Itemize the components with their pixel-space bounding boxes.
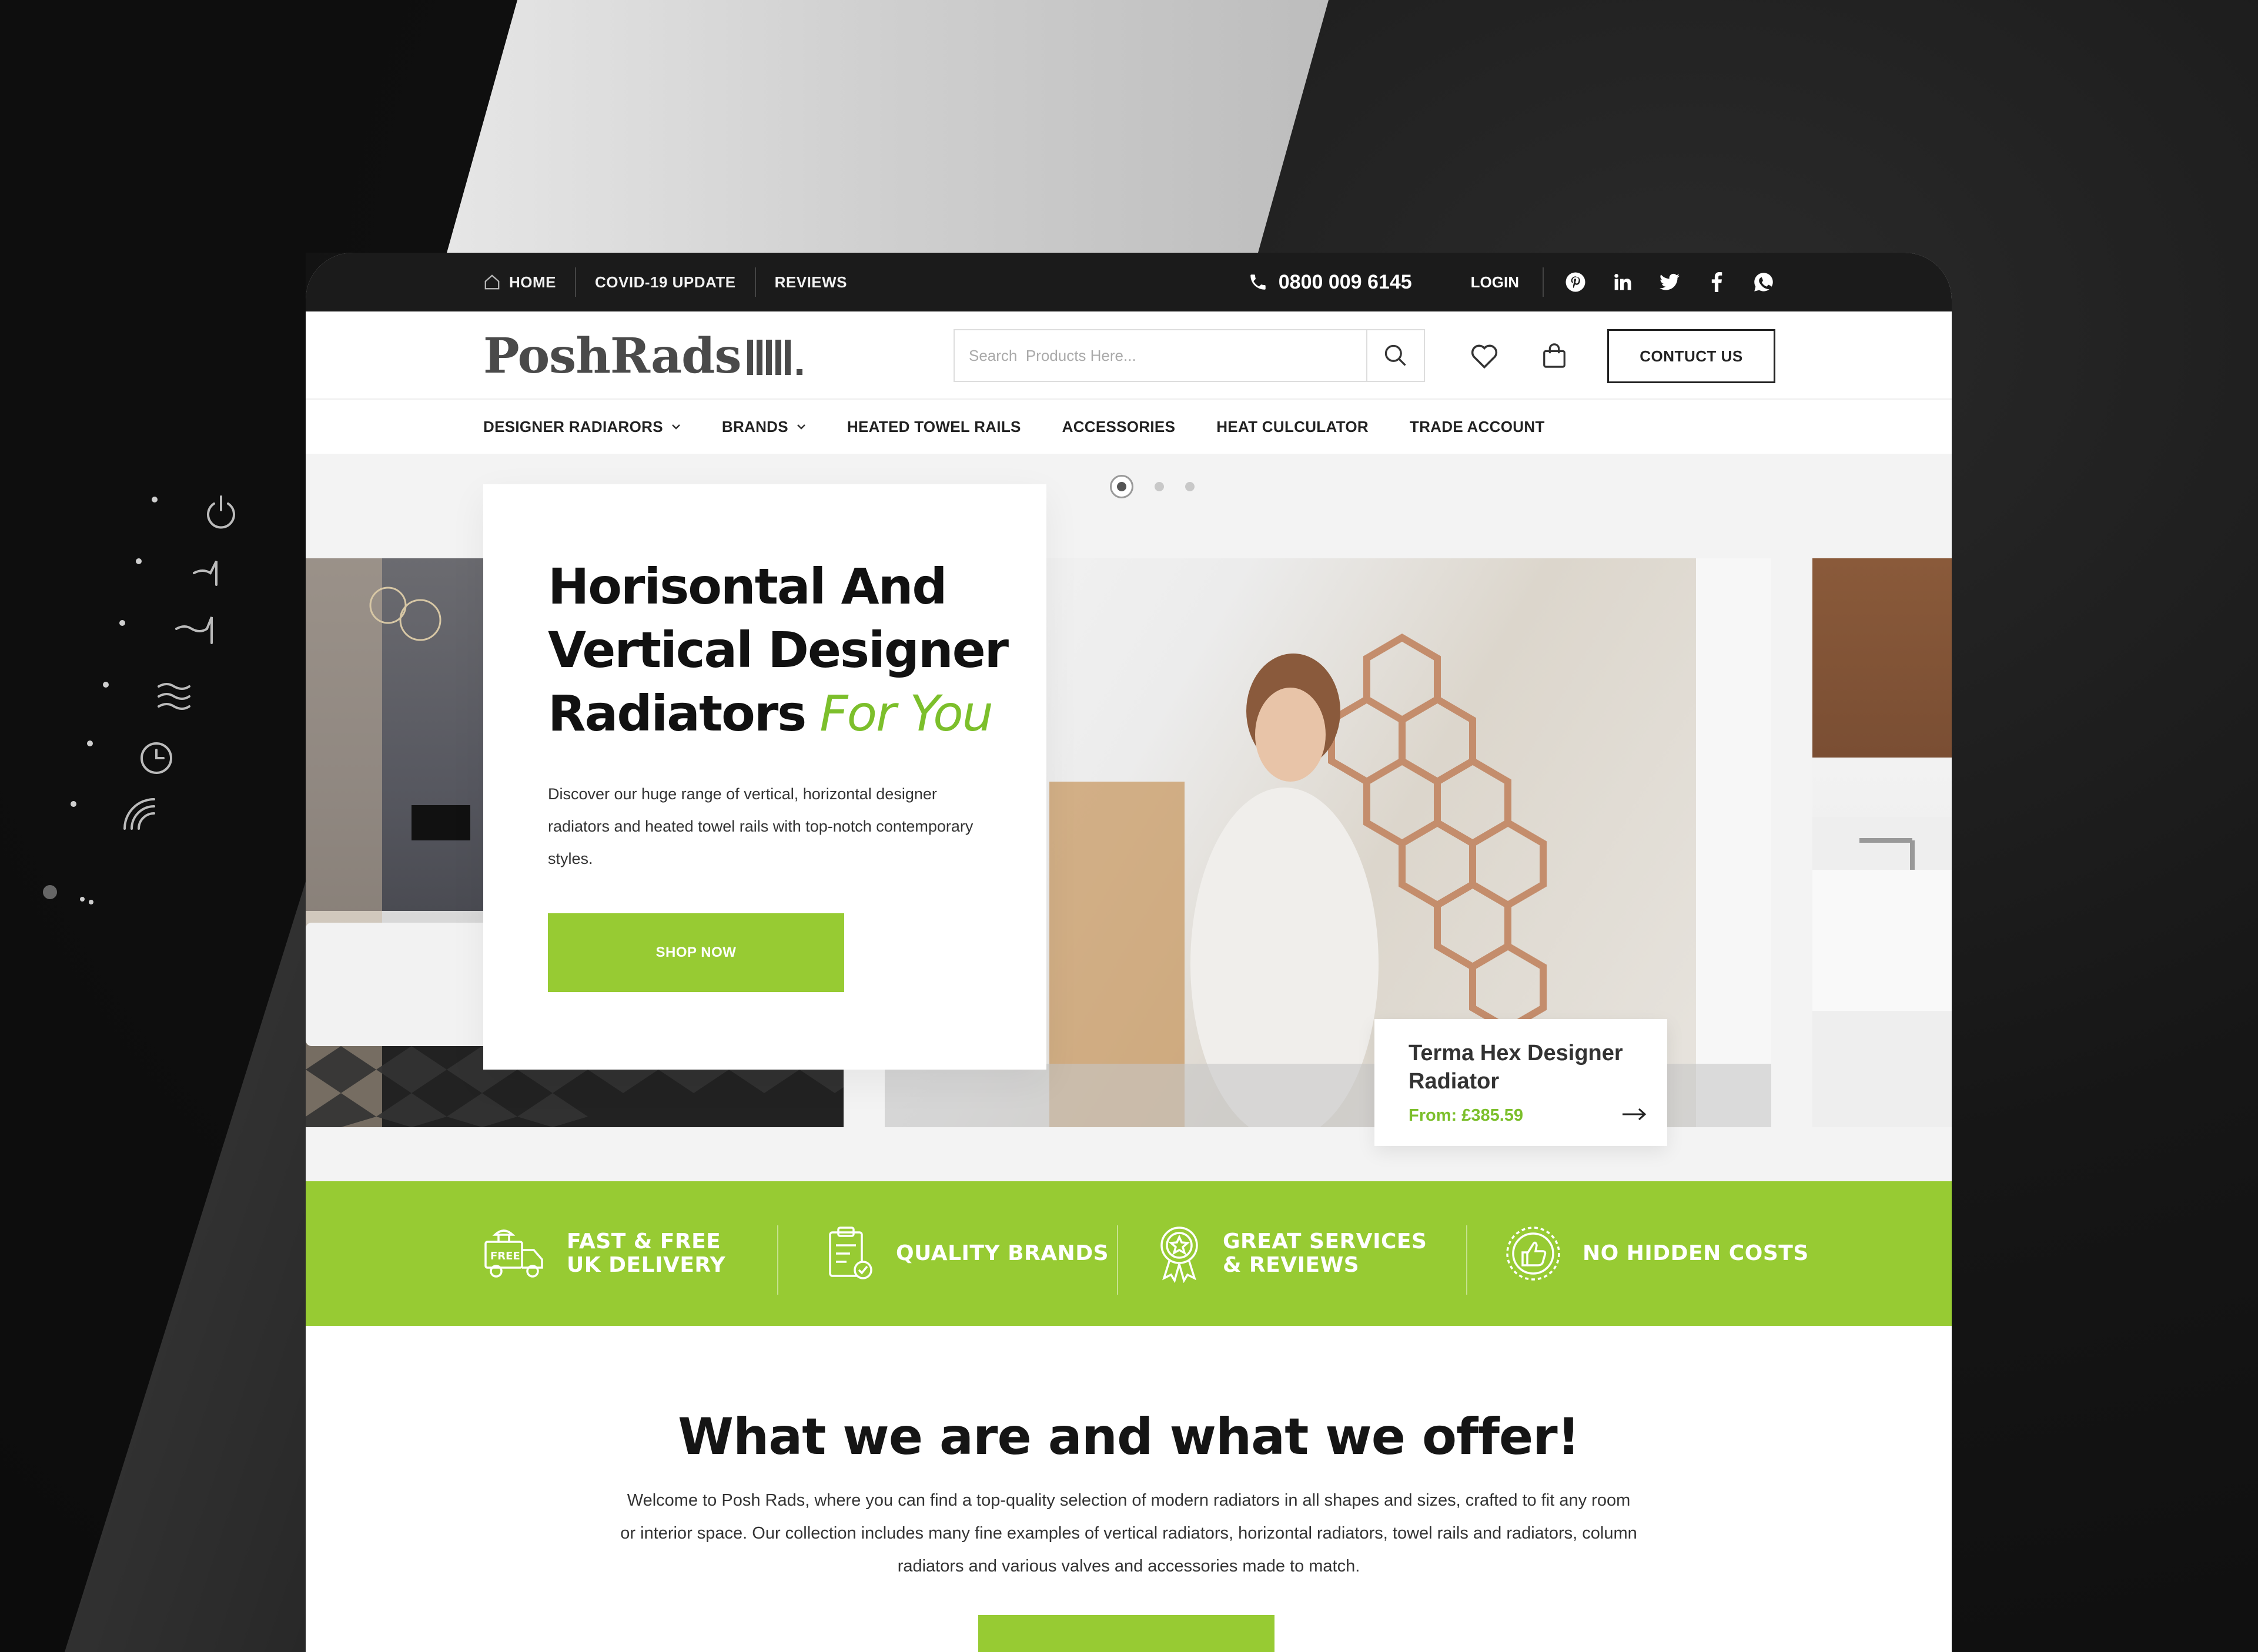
contact-us-button[interactable]: CONTUCT US <box>1607 329 1775 383</box>
nav-label: HEAT CULCULATOR <box>1216 417 1369 435</box>
quality-clipboard-icon <box>829 1227 872 1279</box>
hero-card: Horisontal And Vertical Designer Radiato… <box>483 484 1046 1070</box>
slider-dot-2[interactable] <box>1155 482 1164 491</box>
search-icon <box>1384 344 1406 366</box>
features-strip: FREE FAST & FREE UK DELIVERY QUALITY BRA… <box>306 1181 1952 1326</box>
phone-number: 0800 009 6145 <box>1278 270 1412 293</box>
hero-title-line-2: Vertical Designer <box>548 621 1009 679</box>
free-delivery-truck-icon: FREE <box>484 1229 543 1278</box>
hero-slider: Horisontal And Vertical Designer Radiato… <box>306 454 1952 1205</box>
nav-label: DESIGNER RADIARORS <box>483 417 663 435</box>
twitter-icon[interactable] <box>1659 272 1680 293</box>
website-frame: HOME COVID-19 UPDATE REVIEWS 0800 009 61… <box>306 253 1952 1652</box>
linkedin-icon[interactable] <box>1612 272 1633 293</box>
hero-title-line-3: Radiators <box>548 685 807 742</box>
cart-button[interactable] <box>1537 338 1572 373</box>
feature-great-services: GREAT SERVICES & REVIEWS <box>1157 1181 1446 1326</box>
top-link-covid-update[interactable]: COVID-19 UPDATE <box>575 267 755 297</box>
slider-dots <box>1110 475 1195 498</box>
search-bar <box>954 329 1425 382</box>
main-nav: DESIGNER RADIARORS BRANDS HEATED TOWEL R… <box>306 400 1952 454</box>
social-links <box>1565 272 1774 293</box>
feature-label: FAST & FREE UK DELIVERY <box>567 1229 726 1277</box>
arrow-right-icon[interactable] <box>1621 1107 1647 1121</box>
shop-now-button[interactable]: SHOP NOW <box>548 913 844 992</box>
thumbs-up-badge-icon <box>1506 1227 1560 1281</box>
bathroom-photo-right <box>1812 558 1952 1127</box>
hero-description: Discover our huge range of vertical, hor… <box>548 785 974 867</box>
top-link-home[interactable]: HOME <box>483 267 575 297</box>
phone-icon <box>1250 274 1266 290</box>
logo-text: PoshRads <box>483 328 742 384</box>
logo[interactable]: PoshRads <box>483 328 802 384</box>
nav-label: TRADE ACCOUNT <box>1409 417 1545 435</box>
feature-divider <box>1117 1225 1118 1295</box>
svg-text:FREE: FREE <box>490 1250 520 1262</box>
login-link[interactable]: LOGIN <box>1471 267 1544 297</box>
heart-icon <box>1471 344 1498 369</box>
top-link-reviews[interactable]: REVIEWS <box>754 267 866 297</box>
feature-label: GREAT SERVICES & REVIEWS <box>1223 1229 1427 1277</box>
about-heading: What we are and what we offer! <box>678 1408 1580 1466</box>
top-link-label: HOME <box>509 273 556 291</box>
radiator-logo-icon <box>747 337 802 375</box>
nav-item-heat-calculator[interactable]: HEAT CULCULATOR <box>1216 418 1369 436</box>
slider-dot-1[interactable] <box>1110 475 1133 498</box>
feature-label: NO HIDDEN COSTS <box>1583 1241 1809 1265</box>
hero-title-accent: For You <box>819 685 993 742</box>
chevron-down-icon <box>671 424 680 430</box>
top-bar-links: HOME COVID-19 UPDATE REVIEWS <box>483 253 866 311</box>
about-body: Welcome to Posh Rads, where you can find… <box>620 1491 1637 1576</box>
featured-product-card[interactable]: Terma Hex Designer Radiator From: £385.5… <box>1374 1019 1667 1146</box>
product-price: From: £385.59 <box>1409 1106 1524 1125</box>
facebook-icon[interactable] <box>1706 272 1727 293</box>
about-cta-button[interactable] <box>978 1615 1274 1652</box>
top-link-label: COVID-19 UPDATE <box>595 273 736 291</box>
search-button[interactable] <box>1366 330 1424 381</box>
nav-item-heated-towel-rails[interactable]: HEATED TOWEL RAILS <box>847 418 1021 436</box>
slider-dot-3[interactable] <box>1185 482 1195 491</box>
device-control-icons <box>0 0 294 999</box>
feature-divider <box>777 1225 778 1295</box>
whatsapp-icon[interactable] <box>1753 272 1774 293</box>
nav-label: HEATED TOWEL RAILS <box>847 417 1021 435</box>
site-header: PoshRads CONTUCT US <box>306 311 1952 400</box>
phone-link[interactable]: 0800 009 6145 <box>1248 271 1412 294</box>
chevron-down-icon <box>797 424 805 430</box>
home-icon <box>484 274 500 290</box>
award-ribbon-icon <box>1160 1227 1198 1283</box>
product-name: Terma Hex Designer Radiator <box>1409 1041 1623 1094</box>
nav-label: ACCESSORIES <box>1062 417 1176 435</box>
nav-item-designer-radiators[interactable]: DESIGNER RADIARORS <box>483 418 681 436</box>
feature-label: QUALITY BRANDS <box>896 1241 1109 1265</box>
pinterest-icon[interactable] <box>1565 272 1586 293</box>
feature-quality-brands: QUALITY BRANDS <box>827 1181 1109 1326</box>
top-bar-right: 0800 009 6145 LOGIN <box>1248 253 1774 311</box>
nav-item-accessories[interactable]: ACCESSORIES <box>1062 418 1176 436</box>
top-bar: HOME COVID-19 UPDATE REVIEWS 0800 009 61… <box>306 253 1952 311</box>
hero-title-line-1: Horisontal And <box>548 558 948 615</box>
nav-label: BRANDS <box>721 417 788 435</box>
search-input[interactable] <box>955 330 1366 381</box>
feature-no-hidden-costs: NO HIDDEN COSTS <box>1505 1181 1809 1326</box>
feature-divider <box>1466 1225 1467 1295</box>
top-link-label: REVIEWS <box>774 273 848 291</box>
shopping-bag-icon <box>1543 343 1565 368</box>
wishlist-button[interactable] <box>1467 338 1502 373</box>
power-icon <box>207 495 235 529</box>
clock-icon <box>141 742 172 774</box>
hero-title: Horisontal And Vertical Designer Radiato… <box>548 555 1018 745</box>
nav-item-brands[interactable]: BRANDS <box>722 418 806 436</box>
feature-free-delivery: FREE FAST & FREE UK DELIVERY <box>483 1181 761 1326</box>
nav-item-trade-account[interactable]: TRADE ACCOUNT <box>1410 418 1545 436</box>
